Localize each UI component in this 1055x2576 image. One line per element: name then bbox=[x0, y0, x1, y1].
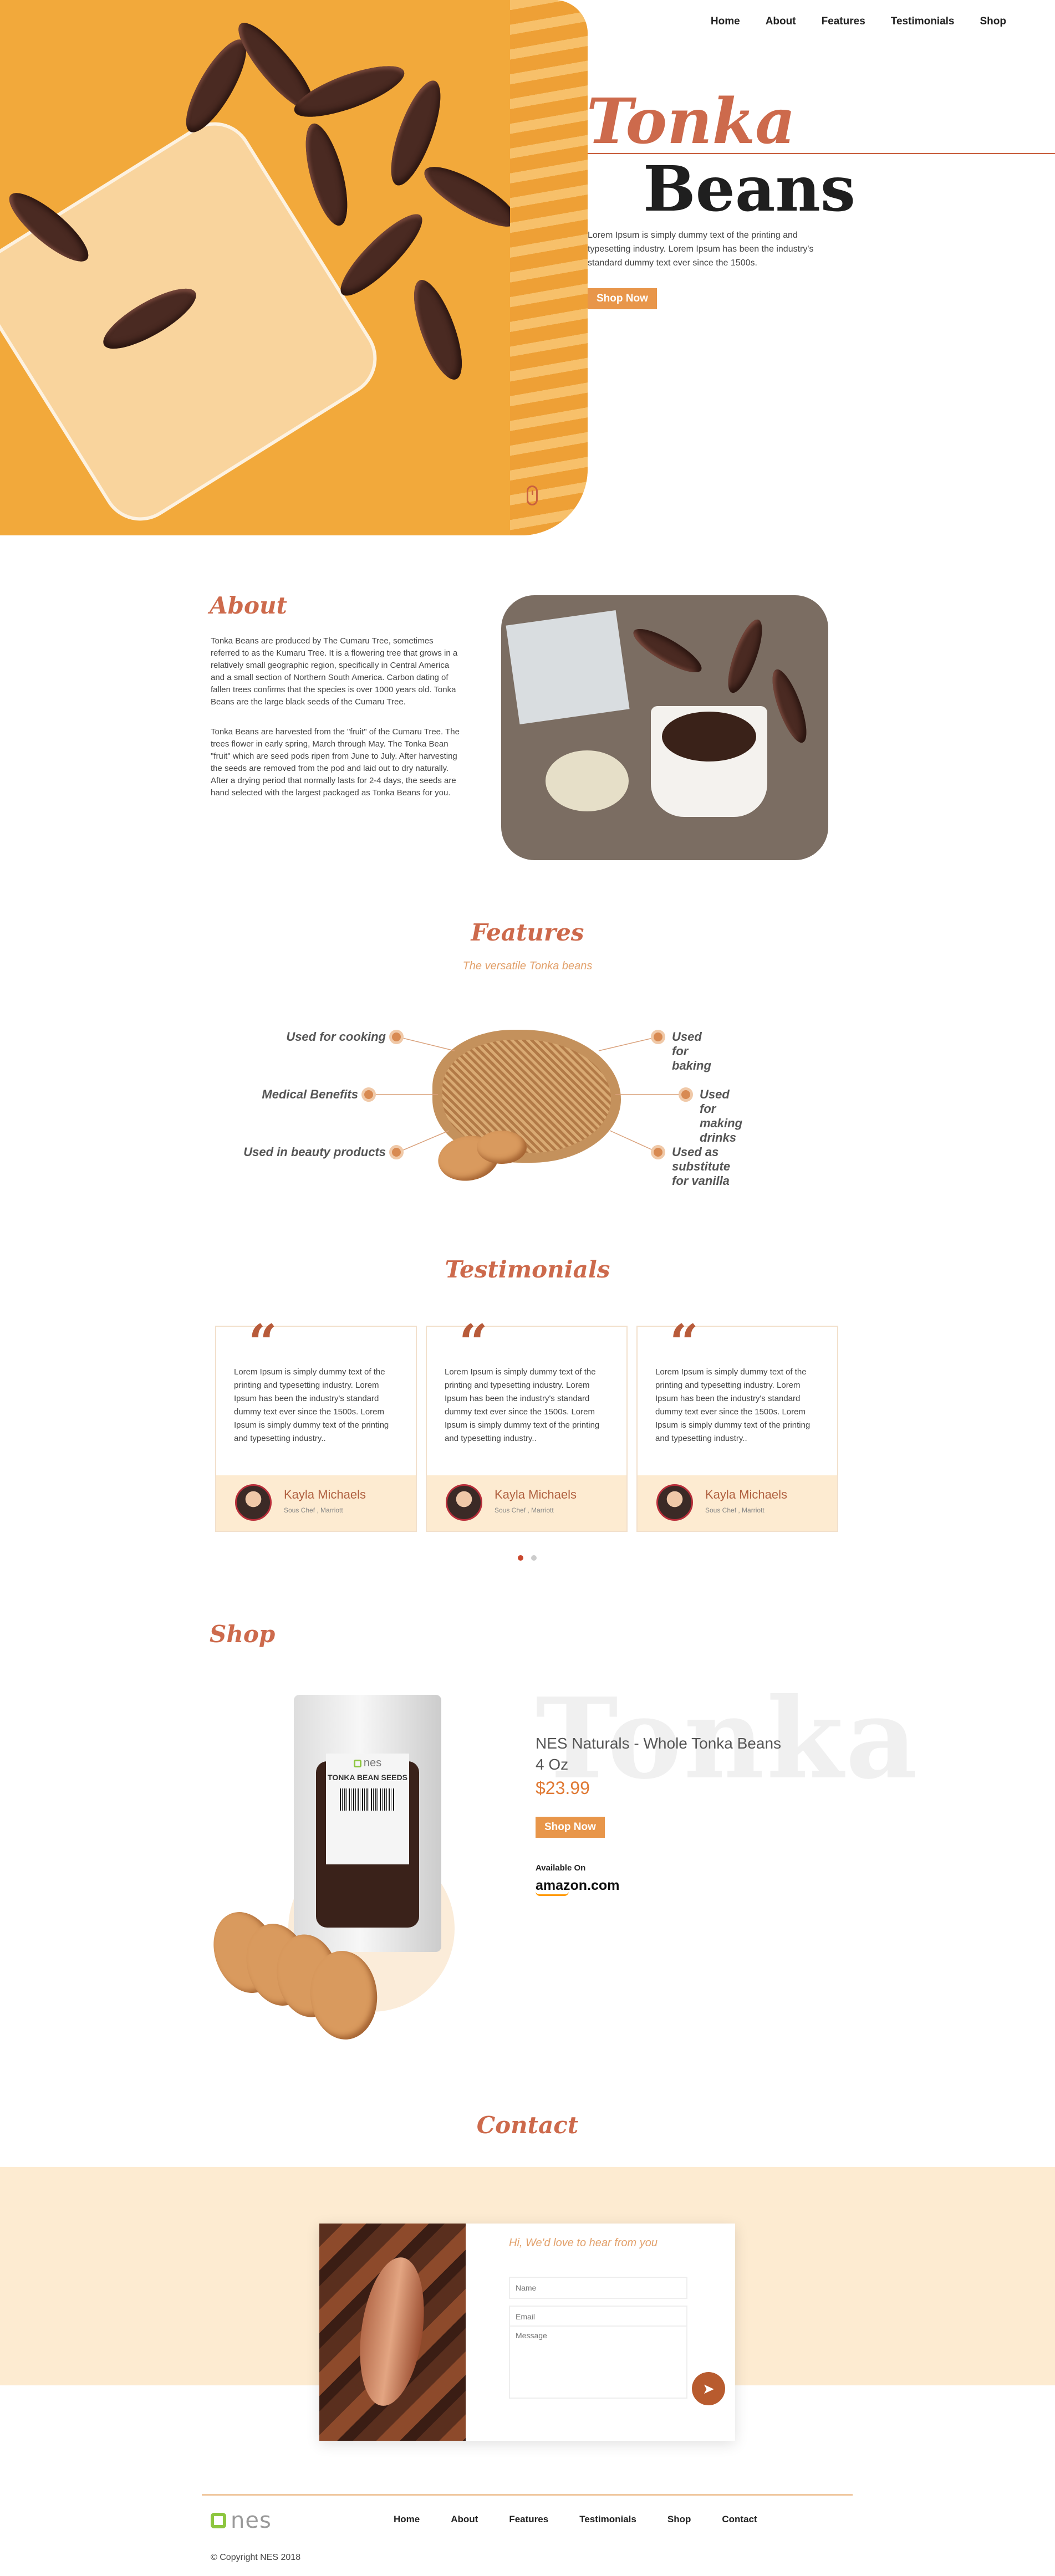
contact-heading: Hi, We'd love to hear from you bbox=[509, 2237, 658, 2249]
contact-card: Hi, We'd love to hear from you ➤ bbox=[319, 2224, 735, 2441]
testimonial-text: Lorem Ipsum is simply dummy text of the … bbox=[234, 1367, 389, 1443]
feature-vanilla: Used as substitute for vanilla bbox=[672, 1145, 731, 1188]
feature-dot bbox=[679, 1087, 693, 1102]
contact-image bbox=[319, 2224, 466, 2441]
email-input[interactable] bbox=[509, 2306, 687, 2328]
footer-features[interactable]: Features bbox=[509, 2514, 548, 2525]
testimonial-footer: Kayla Michaels Sous Chef , Marriott bbox=[638, 1475, 837, 1531]
testimonial-card: “ Lorem Ipsum is simply dummy text of th… bbox=[426, 1318, 628, 1532]
feature-beauty: Used in beauty products bbox=[243, 1145, 386, 1159]
amazon-logo[interactable]: amazon.com bbox=[536, 1878, 619, 1896]
feature-dot bbox=[389, 1145, 404, 1159]
testimonial-name: Kayla Michaels bbox=[705, 1488, 787, 1501]
carousel-dot-active[interactable] bbox=[518, 1555, 523, 1561]
avatar bbox=[235, 1484, 272, 1521]
footer-contact[interactable]: Contact bbox=[722, 2514, 757, 2525]
barcode bbox=[340, 1788, 395, 1811]
testimonial-card: “ Lorem Ipsum is simply dummy text of th… bbox=[215, 1318, 417, 1532]
product-bag: nes TONKA BEAN SEEDS bbox=[294, 1695, 441, 1952]
testimonial-card: “ Lorem Ipsum is simply dummy text of th… bbox=[636, 1318, 838, 1532]
feature-dot bbox=[389, 1030, 404, 1044]
feature-drinks: Used for making drinks bbox=[700, 1087, 743, 1144]
footer-logo[interactable]: nes bbox=[211, 2509, 272, 2532]
testimonial-name: Kayla Michaels bbox=[284, 1488, 366, 1501]
testimonial-text: Lorem Ipsum is simply dummy text of the … bbox=[655, 1367, 811, 1443]
testimonial-footer: Kayla Michaels Sous Chef , Marriott bbox=[216, 1475, 416, 1531]
logo-text: nes bbox=[231, 2508, 272, 2533]
quote-icon: “ bbox=[670, 1313, 699, 1372]
feature-dot bbox=[361, 1087, 376, 1102]
bag-logo-text: nes bbox=[363, 1757, 382, 1769]
footer-about[interactable]: About bbox=[451, 2514, 478, 2525]
feature-connectors bbox=[370, 1036, 685, 1153]
shop-now-button[interactable]: Shop Now bbox=[536, 1817, 605, 1838]
shop-title: Shop bbox=[210, 1621, 276, 1648]
testimonial-role: Sous Chef , Marriott bbox=[495, 1506, 554, 1514]
testimonials-title: Testimonials bbox=[445, 1256, 610, 1283]
testimonial-text: Lorem Ipsum is simply dummy text of the … bbox=[445, 1367, 600, 1443]
footer-testimonials[interactable]: Testimonials bbox=[579, 2514, 636, 2525]
bag-label-title: TONKA BEAN SEEDS bbox=[328, 1773, 407, 1782]
testimonial-footer: Kayla Michaels Sous Chef , Marriott bbox=[427, 1475, 626, 1531]
product-price: $23.99 bbox=[536, 1778, 590, 1798]
quote-icon: “ bbox=[459, 1313, 488, 1372]
copyright: © Copyright NES 2018 bbox=[211, 2553, 301, 2562]
feature-baking: Used for baking bbox=[672, 1030, 711, 1072]
carousel-dot[interactable] bbox=[531, 1555, 537, 1561]
contact-title: Contact bbox=[476, 2112, 579, 2139]
amazon-text: amazon.com bbox=[536, 1878, 620, 1893]
send-button[interactable]: ➤ bbox=[692, 2372, 725, 2405]
footer-divider bbox=[202, 2494, 853, 2496]
footer-home[interactable]: Home bbox=[394, 2514, 420, 2525]
feature-dot bbox=[651, 1030, 665, 1044]
message-input[interactable] bbox=[509, 2325, 687, 2399]
bag-logo: nes bbox=[326, 1757, 409, 1770]
product-name: NES Naturals - Whole Tonka Beans bbox=[536, 1735, 782, 1752]
feature-medical: Medical Benefits bbox=[262, 1087, 358, 1101]
logo-square-icon bbox=[211, 2513, 226, 2528]
testimonial-role: Sous Chef , Marriott bbox=[705, 1506, 765, 1514]
tonka-pod bbox=[351, 2253, 433, 2410]
name-input[interactable] bbox=[509, 2277, 687, 2299]
testimonial-role: Sous Chef , Marriott bbox=[284, 1506, 343, 1514]
available-on-label: Available On bbox=[536, 1863, 586, 1873]
footer-nav: Home About Features Testimonials Shop Co… bbox=[394, 2514, 757, 2525]
send-icon: ➤ bbox=[702, 2380, 715, 2397]
testimonial-name: Kayla Michaels bbox=[495, 1488, 577, 1501]
feature-dot bbox=[651, 1145, 665, 1159]
avatar bbox=[656, 1484, 693, 1521]
avatar bbox=[446, 1484, 482, 1521]
product-size: 4 Oz bbox=[536, 1756, 569, 1773]
quote-icon: “ bbox=[248, 1313, 277, 1372]
feature-cooking: Used for cooking bbox=[286, 1030, 386, 1044]
footer-shop[interactable]: Shop bbox=[667, 2514, 691, 2525]
bag-logo-icon bbox=[353, 1759, 361, 1767]
bag-label: nes TONKA BEAN SEEDS bbox=[326, 1754, 409, 1864]
